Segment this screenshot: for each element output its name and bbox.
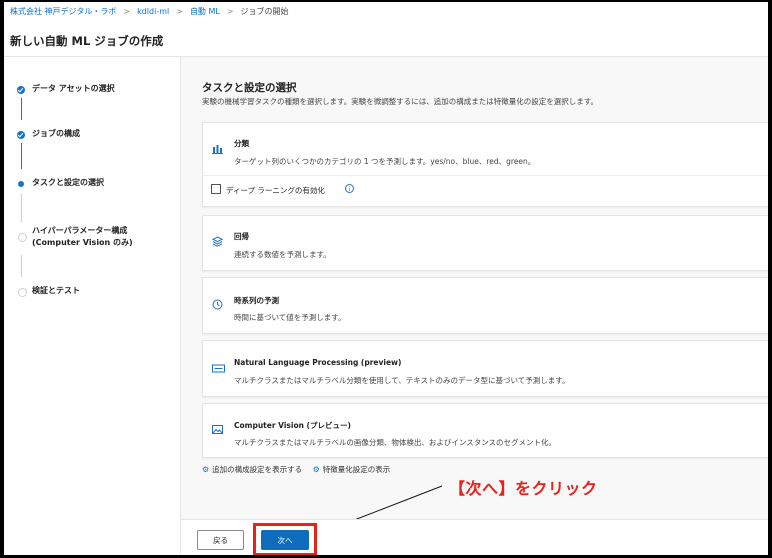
task-description: ターゲット列のいくつかのカテゴリの 1 つを予測します。yes/no、blue、… [234,157,536,166]
text-icon [212,364,225,373]
chevron-right-icon: > [176,7,183,16]
task-title: Computer Vision (プレビュー) [234,421,351,430]
task-description: 連続する数値を予測します。 [234,250,331,259]
page-title: 新しい自動 ML ジョブの作成 [10,34,164,48]
section-title: タスクと設定の選択 [202,82,297,94]
step-data-asset[interactable]: データ アセットの選択 [32,83,115,95]
breadcrumb: 株式会社 神戸デジタル・ラボ > kdldi-ml > 自動 ML > ジョブの開始 [10,6,289,20]
image-icon [212,425,223,434]
breadcrumb-org[interactable]: 株式会社 神戸デジタル・ラボ [10,7,116,16]
chevron-right-icon: > [123,7,131,16]
divider [203,175,768,176]
task-title: 時系列の予測 [234,296,279,305]
step-connector [21,143,22,169]
featurization-link[interactable]: ⚙ 特徴量化設定の表示 [313,465,391,474]
task-card-classification[interactable]: 分類 ターゲット列のいくつかのカテゴリの 1 つを予測します。yes/no、bl… [202,122,768,207]
deep-learning-checkbox[interactable] [211,184,221,194]
section-description: 実験の機械学習タスクの種類を選択します。実験を微調整するには、追加の構成または特… [202,97,598,106]
additional-config-label: 追加の構成設定を表示する [212,465,303,474]
step-hyperparameter[interactable]: ハイパーパラメーター構成 [32,225,127,237]
gear-icon: ⚙ [202,465,210,474]
annotation-callout: 【次へ】をクリック [449,479,598,498]
task-description: マルチクラスまたはマルチラベル分類を使用して、テキストのみのデータ型に基づいて予… [234,376,570,385]
back-button[interactable]: 戻る [197,530,244,550]
chevron-right-icon: > [226,7,234,16]
info-icon[interactable]: i [345,184,354,193]
task-description: マルチクラスまたはマルチラベルの画像分類、物体検出、およびインスタンスのセグメン… [234,438,557,447]
app-window: 株式会社 神戸デジタル・ラボ > kdldi-ml > 自動 ML > ジョブの開始 新しい… [4,2,768,555]
task-title: 分類 [234,139,249,148]
task-description: 時間に基づいて値を予測します。 [234,313,346,322]
step-connector [21,194,22,222]
main-panel: タスクと設定の選択 実験の機械学習タスクの種類を選択します。実験を微調整するには… [181,57,768,519]
breadcrumb-workspace[interactable]: kdldi-ml [137,7,169,16]
task-title: Natural Language Processing (preview) [234,358,402,367]
task-card-regression[interactable]: 回帰 連続する数値を予測します。 [202,215,768,271]
task-card-forecasting[interactable]: 時系列の予測 時間に基づいて値を予測します。 [202,277,768,334]
clock-icon [212,299,223,310]
step-task-settings[interactable]: タスクと設定の選択 [32,177,104,189]
wizard-footer: 戻る 次へ [181,519,768,555]
layers-icon [212,236,223,247]
step-connector [21,255,22,277]
bar-chart-icon [212,145,223,154]
deep-learning-label: ディープ ラーニングの有効化 [226,186,325,195]
task-title: 回帰 [234,232,249,241]
settings-links: ⚙ 追加の構成設定を表示する ⚙ 特徴量化設定の表示 [202,464,390,475]
additional-config-link[interactable]: ⚙ 追加の構成設定を表示する [202,465,302,474]
task-card-nlp[interactable]: Natural Language Processing (preview) マル… [202,340,768,397]
step-complete-icon [17,86,25,94]
step-job-config[interactable]: ジョブの構成 [32,128,80,140]
step-pending-icon [18,233,27,242]
step-connector [21,98,22,120]
step-current-icon [18,181,24,187]
task-card-computer-vision[interactable]: Computer Vision (プレビュー) マルチクラスまたはマルチラベルの… [202,403,768,458]
next-button[interactable]: 次へ [261,530,309,550]
settings-icon: ⚙ [312,465,320,474]
featurization-label: 特徴量化設定の表示 [322,465,391,474]
step-hyperparameter-note: (Computer Vision のみ) [32,238,133,247]
step-pending-icon [18,288,27,297]
step-complete-icon [17,131,25,139]
wizard-stepper: データ アセットの選択 ジョブの構成 タスクと設定の選択 ハイパーパラメーター構… [4,57,181,555]
step-validation[interactable]: 検証とテスト [32,285,80,297]
breadcrumb-automl[interactable]: 自動 ML [190,7,220,16]
breadcrumb-current: ジョブの開始 [240,7,289,16]
